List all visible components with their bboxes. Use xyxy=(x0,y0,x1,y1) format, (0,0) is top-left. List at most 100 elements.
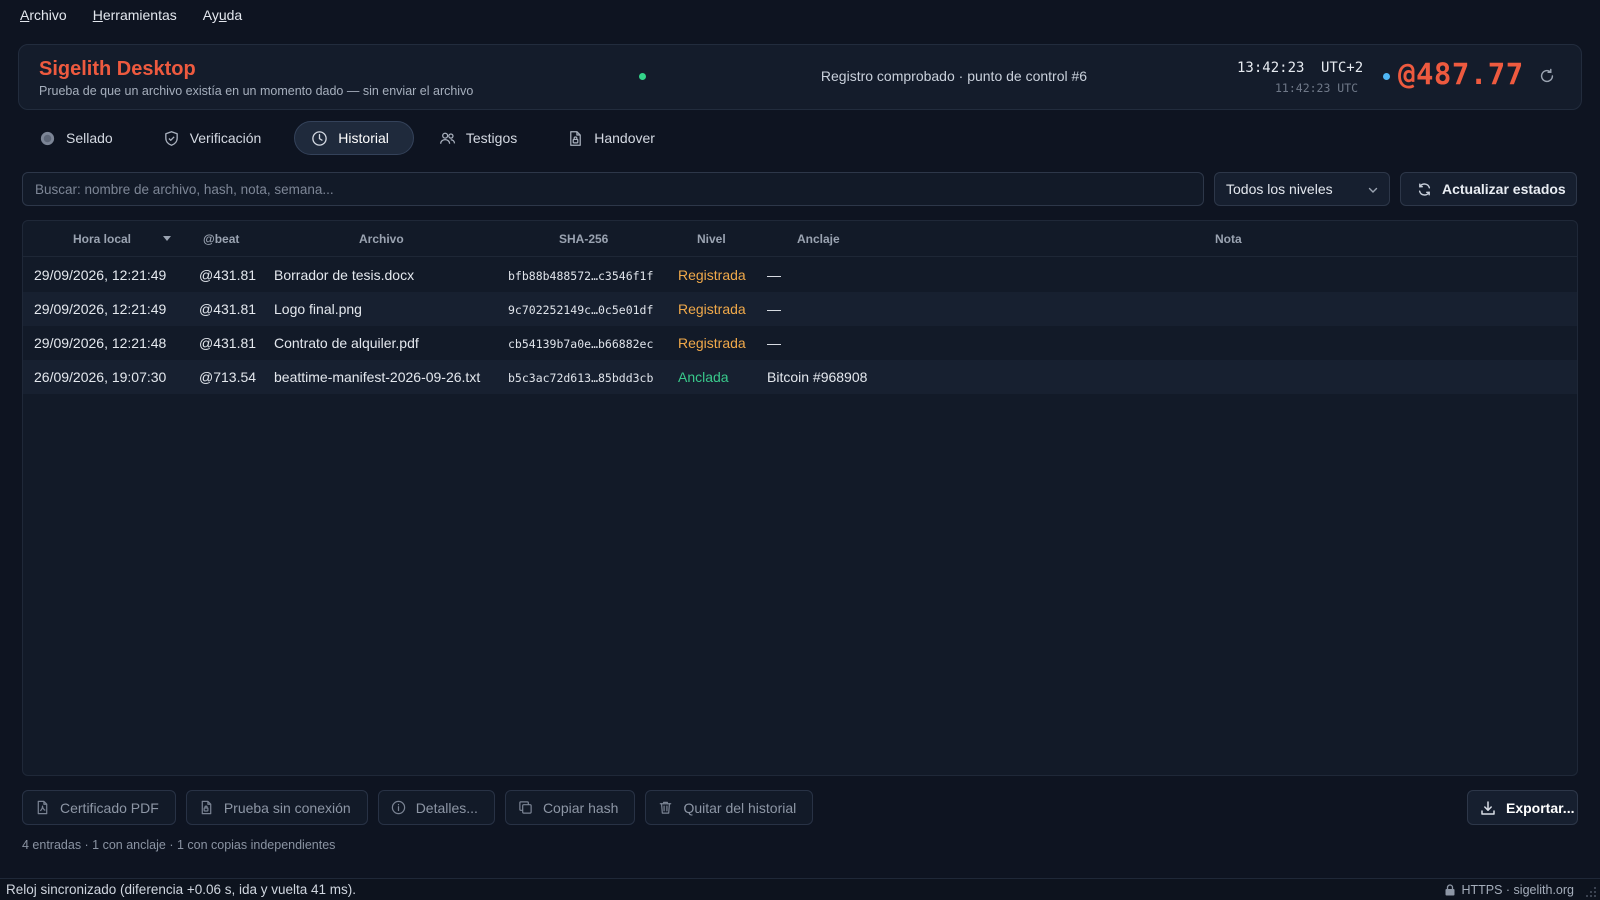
clock-sync-status: Reloj sincronizado (diferencia +0.06 s, … xyxy=(6,882,357,897)
cell-file: Contrato de alquiler.pdf xyxy=(274,335,419,351)
search-input[interactable] xyxy=(22,172,1204,206)
connection-status: HTTPS · sigelith.org xyxy=(1445,883,1574,897)
cell-level: Registrada xyxy=(678,335,746,351)
menu-ayuda-label: da xyxy=(226,7,243,23)
cell-local-time: 29/09/2026, 12:21:48 xyxy=(34,335,167,351)
cell-sha256: cb54139b7a0e…b66882ec xyxy=(508,337,654,351)
history-summary: 4 entradas · 1 con anclaje · 1 con copia… xyxy=(22,838,336,852)
col-beat[interactable]: @beat xyxy=(203,232,239,246)
lock-icon xyxy=(1445,884,1455,896)
menu-ayuda[interactable]: Ayuda xyxy=(203,7,242,23)
copy-icon xyxy=(519,801,532,814)
shield-check-icon xyxy=(164,130,178,146)
offline-proof-label: Prueba sin conexión xyxy=(223,799,351,816)
table-row[interactable]: 29/09/2026, 12:21:48 @431.81 Contrato de… xyxy=(23,326,1577,360)
table-row[interactable]: 29/09/2026, 12:21:49 @431.81 Logo final.… xyxy=(23,292,1577,326)
tab-handover-label: Handover xyxy=(594,130,655,146)
beat-time-display: @487.77 xyxy=(1398,57,1524,91)
menu-ayuda-accel: u xyxy=(218,7,227,23)
users-icon xyxy=(439,132,455,144)
cell-sha256: b5c3ac72d613…85bdd3cb xyxy=(508,371,654,385)
export-button[interactable]: Exportar... xyxy=(1467,790,1578,825)
level-filter-select[interactable]: Todos los niveles xyxy=(1214,172,1390,206)
tab-testigos[interactable]: Testigos xyxy=(422,121,542,155)
history-table: Hora local @beat Archivo SHA-256 Nivel A… xyxy=(22,220,1578,776)
tab-handover[interactable]: Handover xyxy=(550,121,680,155)
sync-icon xyxy=(1418,182,1431,196)
cell-level: Registrada xyxy=(678,301,746,317)
tab-sellado[interactable]: Sellado xyxy=(22,121,138,155)
app-subtitle: Prueba de que un archivo existía en un m… xyxy=(39,84,474,98)
sort-desc-icon xyxy=(163,236,171,241)
export-label: Exportar... xyxy=(1506,799,1575,816)
status-bar: Reloj sincronizado (diferencia +0.06 s, … xyxy=(0,878,1600,900)
col-anchor[interactable]: Anclaje xyxy=(797,232,840,246)
details-label: Detalles... xyxy=(415,799,478,816)
cell-beat: @431.81 xyxy=(199,335,257,351)
tab-verificacion-label: Verificación xyxy=(189,130,262,146)
timezone-label: UTC+2 xyxy=(1321,60,1364,76)
document-lock-icon xyxy=(570,130,582,146)
menu-archivo-accel: A xyxy=(20,7,30,23)
tab-historial-label: Historial xyxy=(338,130,389,146)
update-status-button[interactable]: Actualizar estados xyxy=(1400,172,1577,206)
refresh-icon[interactable] xyxy=(1538,67,1556,85)
cell-beat: @431.81 xyxy=(199,267,257,283)
resize-grip-icon[interactable] xyxy=(1585,886,1597,898)
col-file[interactable]: Archivo xyxy=(359,232,404,246)
details-button[interactable]: Detalles... xyxy=(377,790,495,825)
tab-historial[interactable]: Historial xyxy=(294,121,414,155)
cell-file: beattime-manifest-2026-09-26.txt xyxy=(274,369,481,385)
remove-history-button[interactable]: Quitar del historial xyxy=(645,790,814,825)
copy-hash-label: Copiar hash xyxy=(542,799,619,816)
remove-history-label: Quitar del historial xyxy=(683,799,797,816)
cell-anchor: — xyxy=(767,335,781,351)
cell-anchor: — xyxy=(767,267,781,283)
local-time: 13:42:23 xyxy=(1237,60,1305,76)
table-row[interactable]: 29/09/2026, 12:21:49 @431.81 Borrador de… xyxy=(23,258,1577,292)
cell-file: Logo final.png xyxy=(274,301,362,317)
pdf-file-icon xyxy=(37,800,48,815)
pdf-certificate-label: Certificado PDF xyxy=(60,799,159,816)
seal-icon xyxy=(40,131,55,145)
col-local-time[interactable]: Hora local xyxy=(73,232,131,246)
update-status-label: Actualizar estados xyxy=(1442,181,1566,197)
menu-archivo[interactable]: Archivo xyxy=(20,7,67,23)
registry-status-text: Registro comprobado · punto de control #… xyxy=(820,68,1088,84)
tab-verificacion[interactable]: Verificación xyxy=(146,121,287,155)
col-note[interactable]: Nota xyxy=(1215,232,1242,246)
sync-status-dot-icon xyxy=(639,73,646,80)
chevron-down-icon xyxy=(1368,187,1378,193)
table-row[interactable]: 26/09/2026, 19:07:30 @713.54 beattime-ma… xyxy=(23,360,1577,394)
tab-sellado-label: Sellado xyxy=(66,130,113,146)
col-sha256[interactable]: SHA-256 xyxy=(559,232,608,246)
utc-time: 11:42:23 UTC xyxy=(1275,81,1359,95)
copy-hash-button[interactable]: Copiar hash xyxy=(504,790,636,825)
tab-testigos-label: Testigos xyxy=(465,130,518,146)
offline-proof-button[interactable]: Prueba sin conexión xyxy=(185,790,368,825)
menu-ayuda-label-pre: Ay xyxy=(202,7,219,23)
main-tabs: Sellado Verificación Historial Testigos … xyxy=(22,121,688,157)
pdf-certificate-button[interactable]: Certificado PDF xyxy=(22,790,176,825)
history-actions: Certificado PDF Prueba sin conexión Deta… xyxy=(22,790,814,825)
cell-sha256: 9c702252149c…0c5e01df xyxy=(508,303,654,317)
cell-sha256: bfb88b488572…c3546f1f xyxy=(508,269,654,283)
cell-level: Anclada xyxy=(678,369,729,385)
offline-file-icon xyxy=(201,800,212,815)
col-level[interactable]: Nivel xyxy=(697,232,726,246)
cell-anchor: Bitcoin #968908 xyxy=(767,369,868,385)
beat-status-dot-icon xyxy=(1383,73,1390,80)
cell-anchor: — xyxy=(767,301,781,317)
menu-herramientas[interactable]: Herramientas xyxy=(93,7,177,23)
app-header: Sigelith Desktop Prueba de que un archiv… xyxy=(18,44,1582,110)
menu-herramientas-label: erramientas xyxy=(102,7,177,23)
menu-herramientas-accel: H xyxy=(92,7,103,23)
app-title: Sigelith Desktop xyxy=(39,58,196,80)
clock-icon xyxy=(312,130,328,146)
cell-level: Registrada xyxy=(678,267,746,283)
cell-local-time: 26/09/2026, 19:07:30 xyxy=(34,369,167,385)
table-header: Hora local @beat Archivo SHA-256 Nivel A… xyxy=(23,221,1577,257)
info-icon xyxy=(391,800,405,815)
cell-local-time: 29/09/2026, 12:21:49 xyxy=(34,301,167,317)
level-filter-value: Todos los niveles xyxy=(1226,181,1333,197)
